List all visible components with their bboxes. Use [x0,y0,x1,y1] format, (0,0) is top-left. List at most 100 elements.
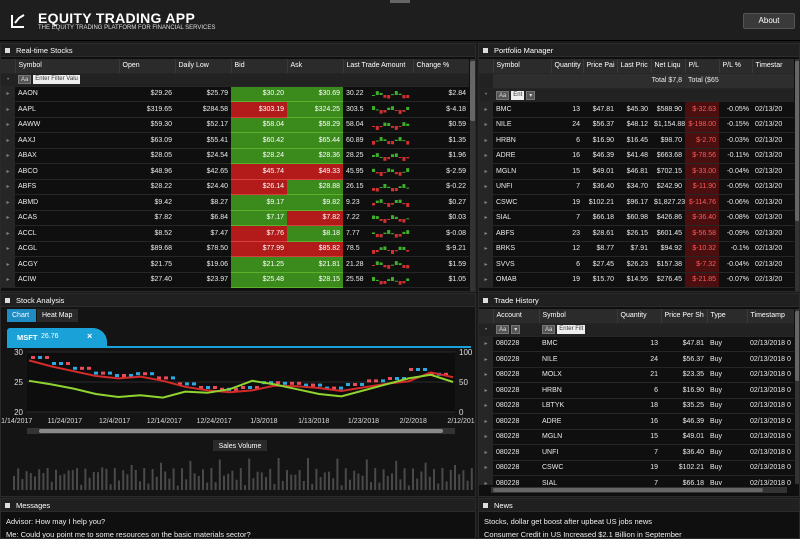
row-expander-icon[interactable]: ▸ [1,163,15,180]
vertical-scrollbar[interactable] [795,309,799,484]
table-row[interactable]: ▸ 080228 MOLX 21 $23.35 Buy 02/13/2018 0 [479,367,794,383]
column-header[interactable]: Last Trade Amount [343,59,414,74]
column-header[interactable]: Symbol [493,59,552,74]
row-expander-icon[interactable]: ▸ [479,101,493,118]
column-header[interactable]: Daily Low [175,59,232,74]
row-expander-icon[interactable]: ▸ [1,132,15,149]
table-row[interactable]: ▸ 080228 HRBN 6 $16.90 Buy 02/13/2018 0 [479,382,794,399]
table-row[interactable]: ▸ NILE 24 $56.37 $48.12 $1,154.88 $-198.00 -0.1… [479,117,794,133]
table-row[interactable]: ▸ 080228 BMC 13 $47.81 Buy 02/13/2018 0 [479,336,794,352]
filter-case-toggle[interactable]: Aa [496,90,510,100]
news-item[interactable]: Stocks, dollar get boost after upbeat US… [484,517,652,526]
row-expander-icon[interactable]: ▸ [479,117,493,133]
table-row[interactable]: ▸ ADRE 16 $46.39 $41.48 $663.68 $-78.56 -0.11% 0… [479,148,794,164]
close-icon[interactable]: × [87,331,92,341]
horizontal-scrollbar[interactable] [491,487,787,493]
table-row[interactable]: ▸ AAPL $319.65 $284.58 $303.19 $324.25 303.5 $-… [1,101,469,118]
table-row[interactable]: ▸ 080228 UNFI 7 $36.40 Buy 02/13/2018 0 [479,444,794,461]
row-expander-icon[interactable]: ▸ [479,148,493,164]
column-header[interactable]: Open [119,59,176,74]
news-item[interactable]: Consumer Credit in US Increased $2.1 Bil… [484,530,682,538]
table-row[interactable]: ▸ BMC 13 $47.81 $45.30 $588.90 $-32.63 -0.05% 02… [479,101,794,118]
table-row[interactable]: ▸ ABCO $48.96 $42.65 $45.74 $49.33 45.95 $-2.59 [1,163,469,180]
table-row[interactable]: ▸ 080228 MGLN 15 $49.01 Buy 02/13/2018 0 [479,429,794,445]
row-expander-icon[interactable]: ▸ [1,272,15,288]
table-row[interactable]: ▸ ACIW $27.40 $23.97 $25.48 $28.15 25.58 $1.05 [1,272,469,288]
column-header[interactable]: Ask [287,59,344,74]
row-expander-icon[interactable]: ▸ [479,272,493,288]
row-expander-icon[interactable]: ▸ [479,398,493,414]
column-header[interactable]: P/L % [719,59,753,74]
column-header[interactable]: Last Pric [617,59,652,74]
column-header[interactable]: Timestar [752,59,794,74]
table-row[interactable]: ▸ AAXJ $63.09 $55.41 $60.42 $65.44 60.89 $1.35 [1,132,469,149]
column-header[interactable]: Change % [413,59,469,74]
row-expander-icon[interactable]: ▸ [479,163,493,180]
table-row[interactable]: ▸ UNFI 7 $36.40 $34.70 $242.90 $-11.90 -0.05% 02… [479,179,794,195]
row-expander-icon[interactable]: ▸ [1,256,15,273]
table-row[interactable]: ▸ ACGY $21.75 $19.06 $21.25 $21.81 21.28 $1.59 [1,256,469,273]
row-expander-icon[interactable]: ▸ [1,117,15,133]
row-expander-icon[interactable]: ▸ [479,444,493,461]
column-header[interactable]: Price Per Sh [661,309,708,324]
table-row[interactable]: ▸ 080228 NILE 24 $56.37 Buy 02/13/2018 0 [479,351,794,368]
table-row[interactable]: ▸ ACAS $7.82 $6.84 $7.17 $7.82 7.22 $0.03 [1,210,469,226]
column-header[interactable]: Quantity [551,59,584,74]
table-row[interactable]: ▸ SVVS 6 $27.45 $26.23 $157.38 $-7.32 -0.04% 02/… [479,256,794,273]
column-header[interactable]: P/L [685,59,720,74]
row-expander-icon[interactable]: ▸ [479,382,493,399]
window-handle[interactable] [390,0,410,3]
row-expander-icon[interactable]: ▸ [1,101,15,118]
table-row[interactable]: ▸ SIAL 7 $66.18 $60.98 $426.86 $-36.40 -0.08% 02… [479,210,794,226]
tab-chart[interactable]: Chart [7,309,36,322]
row-expander-icon[interactable]: ▸ [1,194,15,211]
filter-input[interactable]: Ent [511,90,525,100]
table-row[interactable]: ▸ AAWW $59.30 $52.17 $58.04 $58.29 58.04 $0.59 [1,117,469,133]
row-expander-icon[interactable]: ▸ [479,132,493,149]
row-expander-icon[interactable]: ▸ [1,86,15,102]
filter-input[interactable]: Enter Filter Valu [33,75,80,84]
column-header[interactable]: Net Liqu [651,59,686,74]
table-row[interactable]: ▸ MGLN 15 $49.01 $46.81 $702.15 $-33.00 -0.04% 0… [479,163,794,180]
vertical-scrollbar[interactable] [795,59,799,291]
row-expander-icon[interactable]: ▸ [479,241,493,257]
table-row[interactable]: ▸ ABAX $28.05 $24.54 $28.24 $28.36 28.25 $1.96 [1,148,469,164]
table-row[interactable]: ▸ ABMD $9.42 $8.27 $9.17 $9.82 9.23 $0.27 [1,194,469,211]
filter-case-toggle[interactable]: Aa [18,75,32,84]
table-row[interactable]: ▸ CSWC 19 $102.21 $96.17 $1,827.23 $-114.76 -0.… [479,194,794,211]
filter-dropdown-icon[interactable]: ▾ [526,90,536,100]
row-expander-icon[interactable]: ▸ [479,475,493,485]
row-expander-icon[interactable]: ▸ [1,179,15,195]
column-header[interactable]: Price Pai [583,59,618,74]
filter-input[interactable]: Enter Filt [557,325,586,334]
vertical-scrollbar[interactable] [470,59,475,291]
column-header[interactable]: Timestamp [747,309,794,324]
row-expander-icon[interactable]: ▸ [1,241,15,257]
table-row[interactable]: ▸ 080228 ADRE 16 $46.39 Buy 02/13/2018 0 [479,413,794,430]
filter-dropdown-icon[interactable]: ▾ [511,325,521,334]
row-expander-icon[interactable]: ▸ [479,429,493,445]
row-expander-icon[interactable]: ▸ [1,210,15,226]
tab-heat-map[interactable]: Heat Map [37,309,78,322]
row-expander-icon[interactable]: ▸ [479,351,493,368]
table-row[interactable]: ▸ 080228 CSWC 19 $102.21 Buy 02/13/2018 0 [479,460,794,476]
column-header[interactable]: Account [493,309,540,324]
filter-case-toggle[interactable]: Aa [496,325,510,334]
row-expander-icon[interactable]: ▸ [479,460,493,476]
row-expander-icon[interactable]: ▸ [479,194,493,211]
filter-case-toggle[interactable]: Aa [542,325,556,334]
row-expander-icon[interactable]: ▸ [479,179,493,195]
row-expander-icon[interactable]: ▸ [1,225,15,242]
row-expander-icon[interactable]: ▸ [479,225,493,242]
column-header[interactable]: Symbol [15,59,120,74]
row-expander-icon[interactable]: ▸ [479,256,493,273]
table-row[interactable]: ▸ 080228 SIAL 7 $66.18 Buy 02/13/2018 0 [479,475,794,485]
table-row[interactable]: ▸ 080228 LBTYK 18 $35.25 Buy 02/13/2018 0 [479,398,794,414]
table-row[interactable]: ▸ ABFS 23 $28.61 $26.15 $601.45 $-56.58 -0.09% 0… [479,225,794,242]
row-expander-icon[interactable]: ▸ [1,148,15,164]
row-expander-icon[interactable]: ▸ [479,210,493,226]
table-row[interactable]: ▸ ACGL $89.68 $78.50 $77.99 $85.82 78.5 $-9.21 [1,241,469,257]
table-row[interactable]: ▸ HRBN 6 $16.90 $16.45 $98.70 $-2.70 -0.03% 02/1… [479,132,794,149]
row-expander-icon[interactable]: ▸ [479,413,493,430]
about-button[interactable]: About [743,13,795,29]
